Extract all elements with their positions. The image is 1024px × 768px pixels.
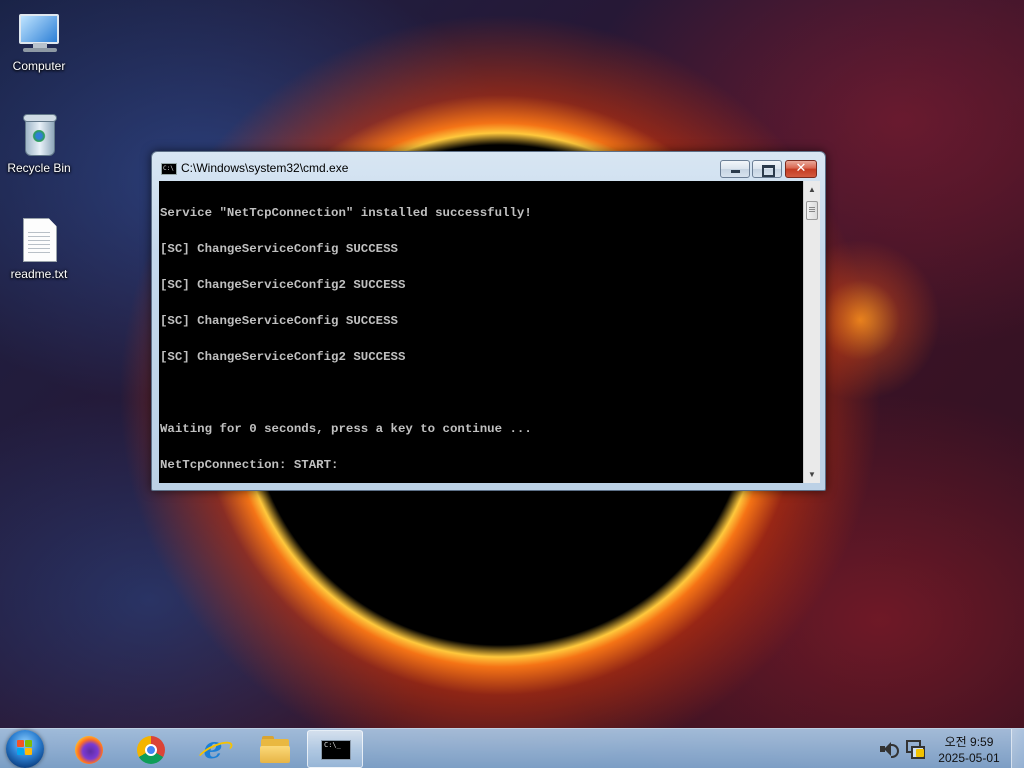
vertical-scrollbar[interactable]: ▲ ▼ <box>803 181 820 483</box>
console-line: [SC] ChangeServiceConfig SUCCESS <box>160 314 398 328</box>
scroll-up-arrow-icon[interactable]: ▲ <box>804 181 820 198</box>
network-warning-icon[interactable] <box>906 740 925 759</box>
taskbar-file-explorer[interactable] <box>247 730 303 768</box>
internet-explorer-icon: e <box>194 731 236 767</box>
console-line: [SC] ChangeServiceConfig2 SUCCESS <box>160 350 406 364</box>
maximize-icon <box>762 165 775 177</box>
desktop-icon-label: Recycle Bin <box>7 161 71 175</box>
taskbar-chrome[interactable] <box>123 730 179 768</box>
text-file-icon <box>15 216 63 264</box>
window-titlebar[interactable]: C:\ C:\Windows\system32\cmd.exe ✕ <box>152 152 825 182</box>
show-desktop-button[interactable] <box>1011 729 1024 768</box>
console-line: Service "NetTcpConnection" installed suc… <box>160 206 532 220</box>
cmd-icon: C:\_ <box>321 736 351 764</box>
close-icon: ✕ <box>795 161 807 176</box>
clock-date: 2025-05-01 <box>938 751 1000 765</box>
system-clock[interactable]: 오전 9:59 2025-05-01 <box>932 734 1006 766</box>
window-title: C:\Windows\system32\cmd.exe <box>181 161 349 175</box>
folder-icon <box>260 735 290 763</box>
cmd-window[interactable]: C:\ C:\Windows\system32\cmd.exe ✕ Servic… <box>151 151 826 491</box>
console-line: [SC] ChangeServiceConfig SUCCESS <box>160 242 398 256</box>
desktop-icon-readme[interactable]: readme.txt <box>1 216 77 281</box>
desktop-icon-label: readme.txt <box>10 267 68 281</box>
recycle-bin-icon <box>15 110 63 158</box>
speaker-icon[interactable] <box>880 741 899 758</box>
clock-time: 오전 9:59 <box>944 735 994 749</box>
firefox-icon <box>74 735 104 764</box>
console-line: Waiting for 0 seconds, press a key to co… <box>160 422 532 436</box>
taskbar-firefox[interactable] <box>61 730 117 768</box>
scrollbar-thumb[interactable] <box>806 201 818 220</box>
console-line: NetTcpConnection: START: <box>160 458 339 472</box>
console-output[interactable]: Service "NetTcpConnection" installed suc… <box>159 181 803 483</box>
start-button[interactable] <box>6 730 44 768</box>
computer-icon <box>15 8 63 56</box>
close-button[interactable]: ✕ <box>785 160 817 178</box>
taskbar: e C:\_ 오전 9:59 2025-05-01 <box>0 728 1024 768</box>
chrome-icon <box>136 735 166 764</box>
console-line: [SC] ChangeServiceConfig2 SUCCESS <box>160 278 406 292</box>
minimize-button[interactable] <box>720 160 750 178</box>
desktop: Computer Recycle Bin readme.txt C:\ C:\W… <box>0 0 1024 768</box>
maximize-button[interactable] <box>752 160 782 178</box>
desktop-icon-recycle-bin[interactable]: Recycle Bin <box>1 110 77 175</box>
scroll-down-arrow-icon[interactable]: ▼ <box>804 466 820 483</box>
cmd-icon: C:\ <box>161 163 177 175</box>
desktop-icon-label: Computer <box>12 59 66 73</box>
taskbar-cmd-active[interactable]: C:\_ <box>307 730 363 768</box>
desktop-icon-computer[interactable]: Computer <box>1 8 77 73</box>
taskbar-internet-explorer[interactable]: e <box>185 730 241 768</box>
minimize-icon <box>731 170 740 173</box>
windows-start-icon <box>17 740 33 756</box>
